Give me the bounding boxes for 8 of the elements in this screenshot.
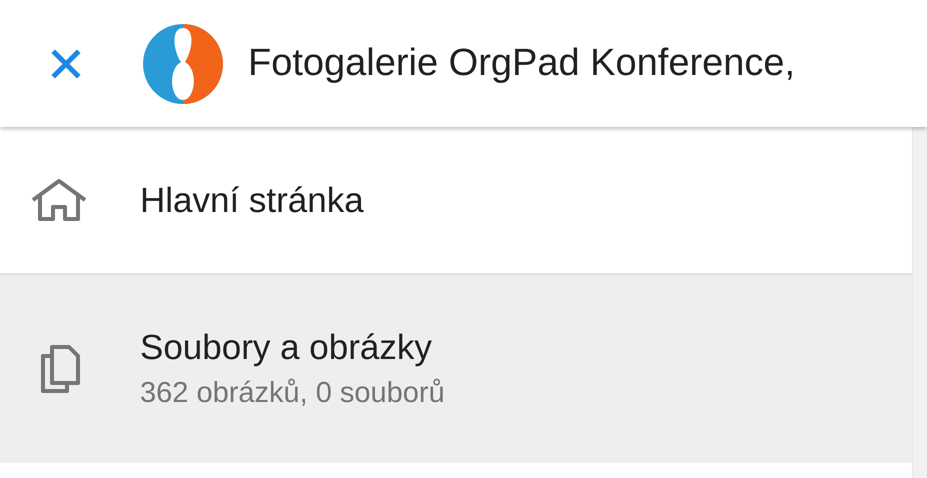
- menu-item-label: Soubory a obrázky: [140, 330, 433, 365]
- menu-item-subtitle: 362 obrázků, 0 souborů: [140, 379, 445, 408]
- close-icon: [51, 48, 81, 78]
- logo-icon: [143, 24, 223, 104]
- home-icon: [30, 178, 88, 222]
- menu-item-label: Hlavní stránka: [140, 182, 364, 218]
- menu-item[interactable]: Soubory a obrázky 362 obrázků, 0 souborů: [0, 275, 912, 463]
- page-title: Fotogalerie OrgPad Konference,: [248, 41, 796, 86]
